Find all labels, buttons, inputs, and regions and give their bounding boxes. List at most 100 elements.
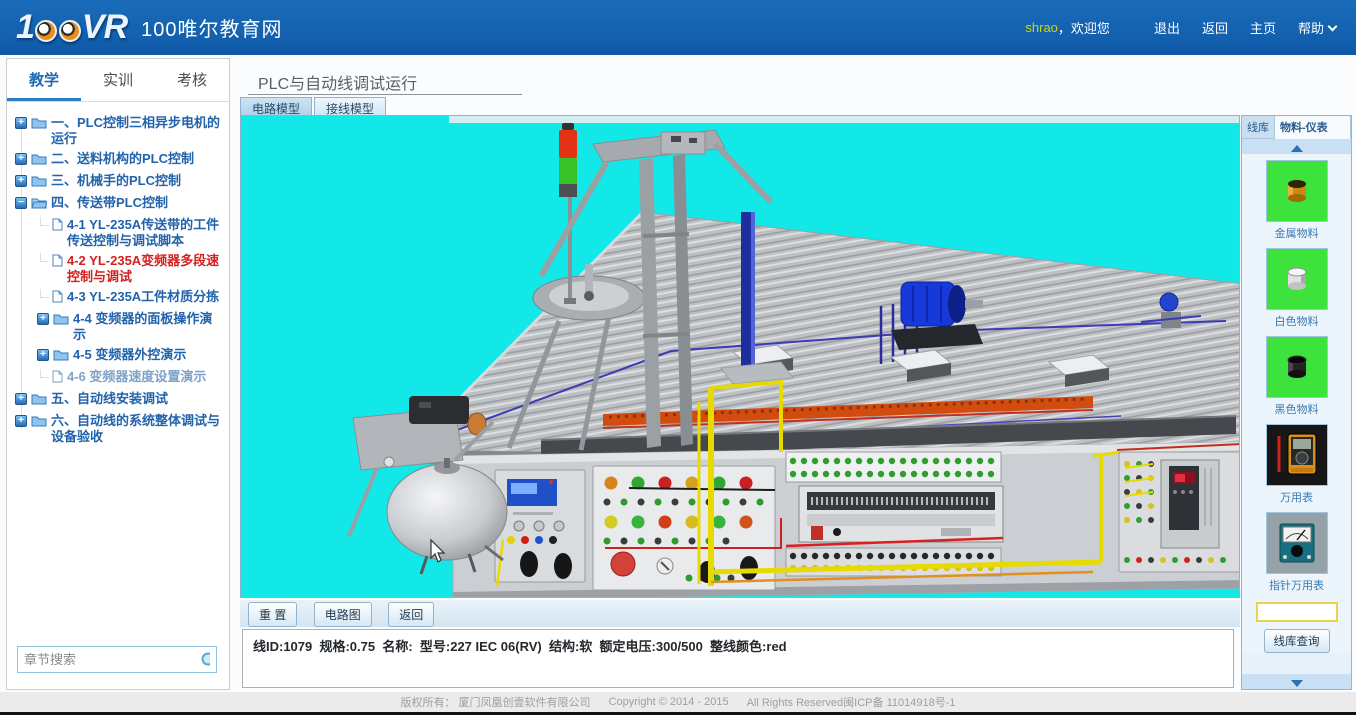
- tree-item[interactable]: 4-1 YL-235A传送带的工件传送控制与调试脚本: [37, 217, 225, 249]
- white-material-thumbnail[interactable]: [1266, 248, 1328, 310]
- document-icon: [52, 218, 63, 235]
- page: 1 VR 100唯尔教育网 shrao ，欢迎您 退出 返回 主页 帮助 教学 …: [0, 0, 1356, 715]
- tree-item-label[interactable]: 4-4 变频器的面板操作演示: [73, 311, 225, 343]
- welcome-text: ，欢迎您: [1058, 18, 1110, 37]
- chevron-down-icon: [1328, 22, 1338, 32]
- reset-button[interactable]: 重 置: [248, 602, 297, 627]
- material-item-label[interactable]: 黑色物料: [1242, 401, 1351, 417]
- instrument-item-analog-multimeter[interactable]: 指针万用表: [1242, 512, 1351, 593]
- tree-item[interactable]: 4-5 变频器外控演示: [37, 347, 225, 365]
- tree-item-label[interactable]: 一、PLC控制三相异步电机的运行: [51, 115, 225, 147]
- document-icon: [52, 290, 63, 307]
- plc-module[interactable]: [786, 452, 1003, 576]
- expand-plus-icon[interactable]: [37, 349, 49, 361]
- tree-item-label[interactable]: 六、自动线的系统整体调试与设备验收: [51, 413, 225, 445]
- material-item-metal[interactable]: 金属物料: [1242, 160, 1351, 241]
- folder-icon: [31, 414, 47, 431]
- logo-eye-icon: [35, 20, 57, 42]
- material-item-white[interactable]: 白色物料: [1242, 248, 1351, 329]
- tree-item-selected[interactable]: 4-2 YL-235A变频器多段速控制与调试: [37, 253, 225, 285]
- inverter-panel[interactable]: [1117, 444, 1240, 572]
- expand-plus-icon[interactable]: [37, 313, 49, 325]
- tree-item-label[interactable]: 4-3 YL-235A工件材质分拣: [67, 289, 219, 305]
- document-icon: [52, 370, 63, 387]
- multimeter-thumbnail[interactable]: [1266, 424, 1328, 486]
- tab-wire-library[interactable]: 线库: [1242, 116, 1275, 139]
- footer: 版权所有： 厦门凤凰创壹软件有限公司 Copyright © 2014 - 20…: [0, 692, 1356, 712]
- folder-icon: [31, 152, 47, 169]
- tree-item[interactable]: 4-6 变频器速度设置演示: [37, 369, 225, 387]
- tree-connector: [40, 253, 49, 262]
- collapse-minus-icon[interactable]: [15, 197, 27, 209]
- expand-plus-icon[interactable]: [15, 153, 27, 165]
- tree-item[interactable]: 二、送料机构的PLC控制: [15, 151, 225, 169]
- instrument-item-label[interactable]: 万用表: [1242, 489, 1351, 505]
- nav-help[interactable]: 帮助: [1298, 18, 1336, 37]
- tree-item[interactable]: 五、自动线安装调试: [15, 391, 225, 409]
- metal-material-thumbnail[interactable]: [1266, 160, 1328, 222]
- circuit-diagram-button[interactable]: 电路图: [314, 602, 372, 627]
- chapter-tree: 一、PLC控制三相异步电机的运行 二、送料机构的PLC控制 三、机械手的PLC控…: [7, 102, 229, 453]
- tree-item-label[interactable]: 五、自动线安装调试: [51, 391, 168, 407]
- logo-text-vr: VR: [82, 8, 127, 47]
- back-button[interactable]: 返回: [388, 602, 434, 627]
- username[interactable]: shrao: [1025, 20, 1058, 35]
- analog-multimeter-icon: [1272, 518, 1322, 568]
- logo-text-1: 1: [16, 8, 34, 47]
- logo-eye-icon: [59, 20, 81, 42]
- folder-icon: [31, 174, 47, 191]
- tree-connector: [40, 369, 49, 378]
- footer-copyright-cn: 版权所有： 厦门凤凰创壹软件有限公司: [401, 694, 591, 710]
- expand-plus-icon[interactable]: [15, 175, 27, 187]
- site-logo[interactable]: 1 VR: [16, 8, 127, 47]
- instrument-item-label[interactable]: 指针万用表: [1242, 577, 1351, 593]
- multimeter-icon: [1272, 430, 1322, 480]
- tree-item-expanded[interactable]: 四、传送带PLC控制: [15, 195, 225, 213]
- black-material-thumbnail[interactable]: [1266, 336, 1328, 398]
- tree-item[interactable]: 4-4 变频器的面板操作演示: [37, 311, 225, 343]
- nav-home[interactable]: 主页: [1250, 18, 1276, 37]
- expand-plus-icon[interactable]: [15, 415, 27, 427]
- display-module-panel[interactable]: [495, 470, 585, 586]
- tab-teaching[interactable]: 教学: [7, 59, 81, 101]
- scroll-up-strip[interactable]: [1242, 139, 1351, 154]
- viewport-toolbar: 重 置 电路图 返回: [240, 600, 1240, 627]
- nav-logout[interactable]: 退出: [1154, 18, 1180, 37]
- scroll-down-strip[interactable]: [1242, 674, 1351, 689]
- tree-item[interactable]: 一、PLC控制三相异步电机的运行: [15, 115, 225, 147]
- material-item-label[interactable]: 白色物料: [1242, 313, 1351, 329]
- material-item-black[interactable]: 黑色物料: [1242, 336, 1351, 417]
- scroll-down-icon: [1291, 680, 1303, 687]
- expand-plus-icon[interactable]: [15, 393, 27, 405]
- folder-icon: [53, 312, 69, 329]
- materials-panel-tabs: 线库 物料-仪表: [1242, 116, 1351, 139]
- tree-item-label[interactable]: 二、送料机构的PLC控制: [51, 151, 194, 167]
- tree-item-label[interactable]: 4-5 变频器外控演示: [73, 347, 186, 363]
- search-icon[interactable]: [200, 651, 210, 669]
- footer-icp: All Rights Reserved闽ICP备 11014918号-1: [747, 694, 956, 710]
- tree-item[interactable]: 三、机械手的PLC控制: [15, 173, 225, 191]
- tree-item-label[interactable]: 四、传送带PLC控制: [51, 195, 168, 211]
- tab-training[interactable]: 实训: [81, 59, 155, 101]
- tree-item[interactable]: 六、自动线的系统整体调试与设备验收: [15, 413, 225, 445]
- tree-item-label[interactable]: 4-2 YL-235A变频器多段速控制与调试: [67, 253, 225, 285]
- tree-item-label[interactable]: 4-6 变频器速度设置演示: [67, 369, 206, 385]
- 3d-simulation-viewport[interactable]: [240, 115, 1240, 598]
- expand-plus-icon[interactable]: [15, 117, 27, 129]
- chapter-search-input[interactable]: [24, 652, 200, 667]
- 3d-scene[interactable]: [241, 116, 1240, 598]
- material-item-label[interactable]: 金属物料: [1242, 225, 1351, 241]
- wire-library-query-button[interactable]: 线库查询: [1264, 629, 1330, 653]
- site-title: 100唯尔教育网: [141, 13, 282, 42]
- wire-id-input[interactable]: [1256, 602, 1338, 622]
- tree-item-label[interactable]: 三、机械手的PLC控制: [51, 173, 181, 189]
- tab-assessment[interactable]: 考核: [155, 59, 229, 101]
- analog-multimeter-thumbnail[interactable]: [1266, 512, 1328, 574]
- tree-item-label[interactable]: 4-1 YL-235A传送带的工件传送控制与调试脚本: [67, 217, 225, 249]
- tab-materials-instruments[interactable]: 物料-仪表: [1275, 116, 1351, 139]
- header-nav: shrao ，欢迎您 退出 返回 主页 帮助: [1025, 18, 1336, 37]
- materials-panel: 线库 物料-仪表 金属物料: [1241, 115, 1352, 690]
- instrument-item-multimeter[interactable]: 万用表: [1242, 424, 1351, 505]
- tree-item[interactable]: 4-3 YL-235A工件材质分拣: [37, 289, 225, 307]
- nav-back[interactable]: 返回: [1202, 18, 1228, 37]
